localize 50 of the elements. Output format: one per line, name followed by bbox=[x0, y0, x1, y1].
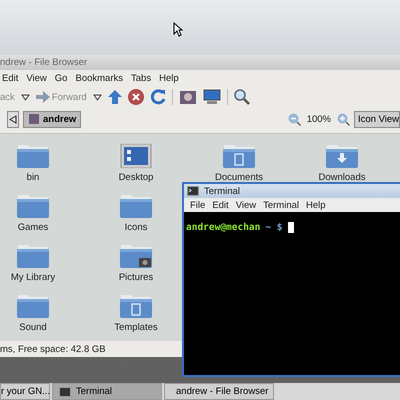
stop-icon[interactable] bbox=[128, 89, 144, 105]
path-back-button[interactable] bbox=[7, 110, 19, 128]
terminal-icon bbox=[187, 186, 199, 196]
dropdown-arrow-icon[interactable] bbox=[20, 94, 30, 100]
file-name[interactable]: Templates bbox=[114, 322, 158, 333]
zoom-in-icon[interactable] bbox=[337, 112, 350, 126]
file-name[interactable]: Documents bbox=[214, 172, 264, 183]
status-text: ms, Free space: 42.8 GB bbox=[0, 344, 106, 354]
menu-item[interactable]: Go bbox=[54, 72, 68, 84]
up-arrow-icon[interactable] bbox=[108, 90, 122, 104]
menu-item[interactable]: Tabs bbox=[131, 72, 152, 84]
window-title: ndrew - File Browser bbox=[0, 57, 88, 68]
terminal-icon bbox=[59, 386, 71, 396]
desktop-icon[interactable] bbox=[120, 144, 152, 168]
menu-item[interactable]: View bbox=[26, 72, 47, 84]
search-icon[interactable] bbox=[234, 89, 250, 105]
menu-item[interactable]: File bbox=[190, 200, 206, 210]
folder-icon[interactable] bbox=[120, 244, 152, 268]
window-title: Terminal bbox=[204, 186, 240, 196]
right-arrow-icon bbox=[36, 91, 50, 103]
menu-item[interactable]: Help bbox=[306, 200, 326, 210]
dropdown-arrow-icon[interactable] bbox=[92, 94, 102, 100]
text-cursor bbox=[288, 222, 294, 233]
menu-item[interactable]: Terminal bbox=[263, 200, 300, 210]
taskbar-button[interactable]: Terminal bbox=[52, 383, 162, 400]
file-name[interactable]: Downloads bbox=[318, 172, 366, 183]
computer-icon[interactable] bbox=[202, 89, 221, 105]
view-dropdown[interactable]: Icon View bbox=[354, 110, 400, 128]
menu-item[interactable]: Help bbox=[159, 72, 179, 84]
file-name[interactable]: Games bbox=[18, 222, 48, 233]
file-name[interactable]: Pictures bbox=[118, 272, 154, 283]
zoom-out-icon[interactable] bbox=[288, 112, 301, 126]
prompt-user: andrew@mechan bbox=[186, 222, 260, 233]
menu-item[interactable]: Edit bbox=[2, 72, 18, 84]
prompt-path: ~ $ bbox=[265, 222, 283, 233]
menu-item[interactable]: Edit bbox=[212, 200, 229, 210]
menu-item[interactable]: View bbox=[236, 200, 256, 210]
reload-icon[interactable] bbox=[150, 89, 166, 105]
zoom-level: 100% bbox=[306, 114, 331, 124]
left-triangle-icon bbox=[9, 114, 17, 124]
file-name[interactable]: Desktop bbox=[118, 172, 154, 183]
path-button[interactable]: andrew bbox=[23, 110, 82, 128]
file-name[interactable]: Sound bbox=[19, 322, 47, 333]
file-name[interactable]: My Library bbox=[10, 272, 56, 283]
file-name[interactable]: Icons bbox=[124, 222, 148, 233]
file-name[interactable]: bin bbox=[26, 172, 40, 183]
menu-item[interactable]: Bookmarks bbox=[75, 72, 123, 84]
taskbar-button[interactable]: r your GN... bbox=[0, 383, 50, 400]
mouse-pointer-icon bbox=[173, 22, 183, 37]
taskbar-button[interactable]: andrew - File Browser bbox=[164, 383, 274, 400]
